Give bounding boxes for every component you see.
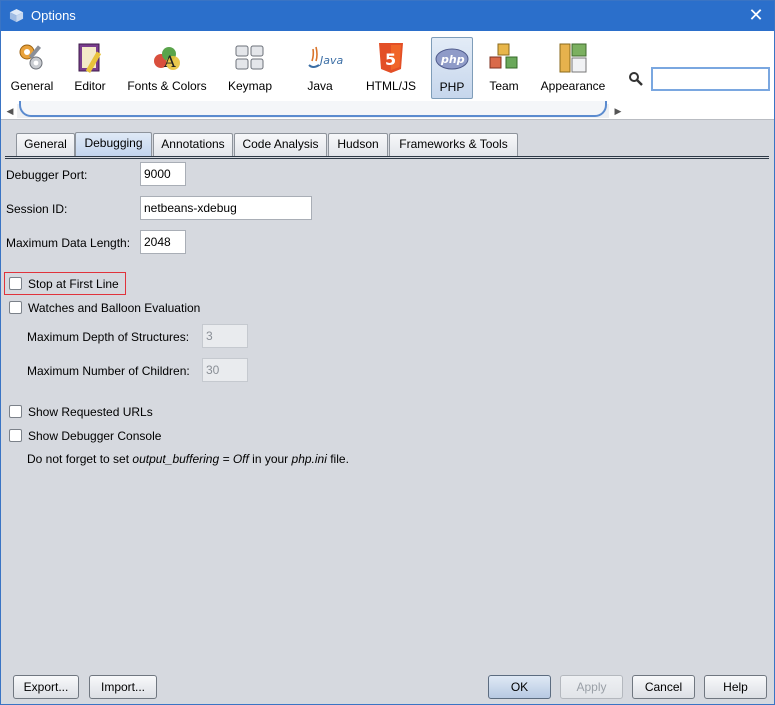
note-prefix: Do not forget to set xyxy=(27,452,133,466)
max-data-length-input[interactable]: 2048 xyxy=(140,230,186,254)
tab-divider xyxy=(5,156,769,159)
help-button[interactable]: Help xyxy=(704,675,767,699)
options-window: Options ✕ General Editor A Fonts & Color… xyxy=(0,0,775,705)
session-id-input[interactable]: netbeans-xdebug xyxy=(140,196,312,220)
show-console-checkbox[interactable]: Show Debugger Console xyxy=(9,427,179,445)
stop-first-line-checkbox[interactable]: Stop at First Line xyxy=(9,275,123,293)
tab-debugging[interactable]: Debugging xyxy=(75,132,152,156)
category-label: PHP xyxy=(439,80,465,94)
title-bar: Options ✕ xyxy=(1,1,774,31)
note-file: php.ini xyxy=(291,452,327,466)
window-title: Options xyxy=(31,8,76,23)
debugger-port-label: Debugger Port: xyxy=(6,168,88,182)
html5-icon: 5 xyxy=(379,43,403,73)
debugger-port-input[interactable]: 9000 xyxy=(140,162,186,186)
category-editor[interactable]: Editor xyxy=(67,37,113,99)
note-suffix: file. xyxy=(326,452,349,466)
export-button[interactable]: Export... xyxy=(13,675,79,699)
checkbox-box[interactable] xyxy=(9,429,22,442)
category-scrollbar[interactable]: ◀ ▶ xyxy=(5,101,623,118)
category-label: Fonts & Colors xyxy=(127,79,207,93)
category-label: Editor xyxy=(74,79,106,93)
category-appearance[interactable]: Appearance xyxy=(535,37,611,99)
scroll-right-icon[interactable]: ▶ xyxy=(613,106,623,116)
scroll-left-icon[interactable]: ◀ xyxy=(5,106,15,116)
category-label: Keymap xyxy=(227,79,273,93)
ok-button[interactable]: OK xyxy=(488,675,551,699)
max-data-length-label: Maximum Data Length: xyxy=(6,236,131,250)
tab-code-analysis[interactable]: Code Analysis xyxy=(234,133,327,156)
search-input[interactable] xyxy=(651,67,770,91)
category-keymap[interactable]: Keymap xyxy=(223,37,277,99)
note-middle: in your xyxy=(248,452,292,466)
checkbox-box[interactable] xyxy=(9,405,22,418)
search-icon xyxy=(629,72,643,86)
output-buffering-note: Do not forget to set output_buffering = … xyxy=(27,452,349,466)
scrollbar-thumb[interactable] xyxy=(19,101,607,117)
team-icon xyxy=(489,43,518,69)
category-team[interactable]: Team xyxy=(481,37,527,99)
checkbox-label: Watches and Balloon Evaluation xyxy=(28,301,201,315)
gears-icon xyxy=(19,44,43,70)
category-label: HTML/JS xyxy=(365,79,416,93)
tab-hudson[interactable]: Hudson xyxy=(328,133,388,156)
category-label: Java xyxy=(307,79,333,93)
show-urls-checkbox[interactable]: Show Requested URLs xyxy=(9,403,169,421)
watches-checkbox[interactable]: Watches and Balloon Evaluation xyxy=(9,299,209,317)
max-depth-label: Maximum Depth of Structures: xyxy=(27,330,190,344)
tab-general[interactable]: General xyxy=(16,133,75,156)
max-children-label: Maximum Number of Children: xyxy=(27,364,190,378)
session-id-label: Session ID: xyxy=(6,202,68,216)
note-setting: output_buffering = Off xyxy=(132,452,249,466)
max-depth-input[interactable]: 3 xyxy=(202,324,248,348)
svg-text:php: php xyxy=(440,53,465,66)
cancel-button[interactable]: Cancel xyxy=(632,675,695,699)
close-icon[interactable]: ✕ xyxy=(746,5,766,25)
category-fonts-colors[interactable]: A Fonts & Colors xyxy=(121,37,213,99)
category-java[interactable]: Java Java xyxy=(289,37,351,99)
apply-button[interactable]: Apply xyxy=(560,675,623,699)
appearance-icon xyxy=(559,43,587,73)
import-button[interactable]: Import... xyxy=(89,675,157,699)
svg-text:A: A xyxy=(163,52,176,71)
category-php[interactable]: php PHP xyxy=(431,37,473,99)
category-label: Team xyxy=(489,79,519,93)
checkbox-label: Show Requested URLs xyxy=(28,405,153,419)
editor-icon xyxy=(78,43,102,74)
checkbox-label: Show Debugger Console xyxy=(28,429,162,443)
tab-frameworks-tools[interactable]: Frameworks & Tools xyxy=(389,133,518,156)
max-children-input[interactable]: 30 xyxy=(202,358,248,382)
category-label: Appearance xyxy=(540,79,606,93)
keymap-icon xyxy=(235,45,264,70)
svg-text:5: 5 xyxy=(385,50,396,69)
checkbox-box[interactable] xyxy=(9,301,22,314)
java-icon: Java xyxy=(308,46,343,68)
php-icon: php xyxy=(435,48,469,70)
fonts-colors-icon: A xyxy=(154,47,180,71)
category-label: General xyxy=(10,79,54,93)
tab-annotations[interactable]: Annotations xyxy=(153,133,233,156)
category-html-js[interactable]: 5 HTML/JS xyxy=(359,37,423,99)
svg-text:Java: Java xyxy=(318,54,343,67)
checkbox-box[interactable] xyxy=(9,277,22,290)
checkbox-label: Stop at First Line xyxy=(28,277,119,291)
category-general[interactable]: General xyxy=(5,37,59,99)
netbeans-cube-icon xyxy=(9,8,24,23)
